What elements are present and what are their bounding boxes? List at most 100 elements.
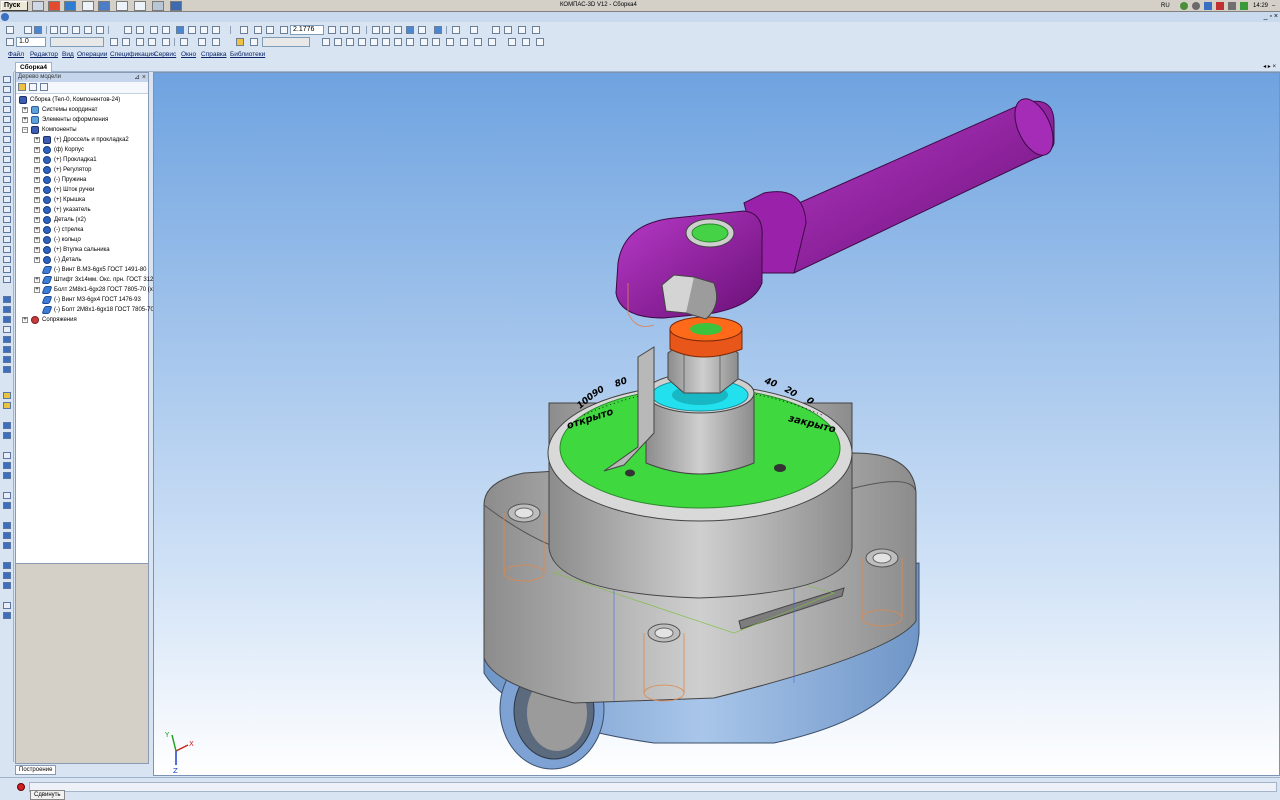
- taskbar-button[interactable]: [170, 1, 182, 11]
- grid-icon[interactable]: [110, 38, 118, 46]
- variables-icon[interactable]: [188, 26, 196, 34]
- expand-icon[interactable]: +: [22, 317, 28, 323]
- tool-icon[interactable]: [3, 146, 11, 153]
- open-icon[interactable]: [24, 26, 32, 34]
- tool-icon[interactable]: [3, 356, 11, 363]
- tool-icon[interactable]: [474, 38, 482, 46]
- shaded-edges-icon[interactable]: [418, 26, 426, 34]
- library-icon[interactable]: [200, 26, 208, 34]
- tool-icon[interactable]: [3, 492, 11, 499]
- tool-icon[interactable]: [3, 116, 11, 123]
- orientation-icon[interactable]: [352, 26, 360, 34]
- tool-icon[interactable]: [3, 186, 11, 193]
- tool-icon[interactable]: [522, 38, 530, 46]
- save-icon[interactable]: [34, 26, 42, 34]
- tool-icon[interactable]: [3, 136, 11, 143]
- tool-icon[interactable]: [3, 236, 11, 243]
- pan-icon[interactable]: [340, 26, 348, 34]
- language-indicator[interactable]: RU: [1161, 1, 1170, 11]
- tool-icon[interactable]: [3, 542, 11, 549]
- tool-icon[interactable]: [3, 452, 11, 459]
- tool-icon[interactable]: [394, 38, 402, 46]
- tool-icon[interactable]: [322, 38, 330, 46]
- tool-icon[interactable]: [420, 38, 428, 46]
- parameters-icon[interactable]: [136, 26, 144, 34]
- tool-icon[interactable]: [3, 106, 11, 113]
- help-icon[interactable]: [212, 26, 220, 34]
- grid-icon[interactable]: [122, 38, 130, 46]
- orange-ring[interactable]: [669, 316, 743, 358]
- rotate-icon[interactable]: [328, 26, 336, 34]
- expand-icon[interactable]: +: [34, 157, 40, 163]
- tool-icon[interactable]: [370, 38, 378, 46]
- local-cs-icon[interactable]: [236, 38, 244, 46]
- expand-icon[interactable]: +: [34, 217, 40, 223]
- copy-icon[interactable]: [84, 26, 92, 34]
- tool-icon[interactable]: [3, 296, 11, 303]
- taskbar-button[interactable]: [152, 1, 164, 11]
- tool-icon[interactable]: [3, 366, 11, 373]
- hidden-lines-icon[interactable]: [382, 26, 390, 34]
- tool-icon[interactable]: [3, 472, 11, 479]
- tray-icon[interactable]: [1216, 2, 1224, 10]
- move-button[interactable]: Сдвинуть: [30, 790, 65, 800]
- tool-icon[interactable]: [3, 326, 11, 333]
- tool-icon[interactable]: [3, 256, 11, 263]
- tool-icon[interactable]: [3, 502, 11, 509]
- expand-icon[interactable]: +: [34, 207, 40, 213]
- zoom-in-icon[interactable]: [240, 26, 248, 34]
- tool-icon[interactable]: [346, 38, 354, 46]
- cut-icon[interactable]: [72, 26, 80, 34]
- menu-item-editor[interactable]: Редактор: [30, 50, 58, 60]
- tool-icon[interactable]: [358, 38, 366, 46]
- undo-icon[interactable]: [150, 26, 158, 34]
- minimize-icon[interactable]: –: [1272, 1, 1275, 11]
- tool-icon[interactable]: [3, 196, 11, 203]
- tool-icon[interactable]: [3, 246, 11, 253]
- tool-icon[interactable]: [446, 38, 454, 46]
- tool-icon[interactable]: [3, 266, 11, 273]
- snap-icon[interactable]: [492, 26, 500, 34]
- properties-icon[interactable]: [124, 26, 132, 34]
- tool-icon[interactable]: [334, 38, 342, 46]
- ortho-icon[interactable]: [180, 38, 188, 46]
- taskbar-button[interactable]: [82, 1, 94, 11]
- expand-icon[interactable]: +: [34, 257, 40, 263]
- zoom-out-icon[interactable]: [254, 26, 262, 34]
- tree-build-order-icon[interactable]: [18, 83, 26, 91]
- menu-item-specification[interactable]: Спецификация: [110, 50, 156, 60]
- tool-icon[interactable]: [3, 126, 11, 133]
- menu-item-service[interactable]: Сервис: [154, 50, 176, 60]
- cursor-icon[interactable]: [250, 38, 258, 46]
- network-icon[interactable]: [1180, 2, 1188, 10]
- cs-icon[interactable]: [212, 38, 220, 46]
- tool-icon[interactable]: [3, 156, 11, 163]
- tool-icon[interactable]: [508, 38, 516, 46]
- step-field[interactable]: 1.0: [16, 37, 46, 47]
- expand-icon[interactable]: +: [34, 197, 40, 203]
- menu-item-operations[interactable]: Операции: [77, 50, 107, 60]
- tree-structure-icon[interactable]: [29, 83, 37, 91]
- expand-icon[interactable]: +: [22, 117, 28, 123]
- browser-icon[interactable]: [64, 1, 76, 11]
- snap-icon[interactable]: [518, 26, 526, 34]
- window-controls[interactable]: _ ▫ ×: [1248, 13, 1278, 21]
- tool-icon[interactable]: [3, 96, 11, 103]
- thin-lines-icon[interactable]: [394, 26, 402, 34]
- sketch-icon[interactable]: [136, 38, 144, 46]
- tool-icon[interactable]: [3, 402, 11, 409]
- tool-icon[interactable]: [3, 572, 11, 579]
- expand-icon[interactable]: +: [34, 137, 40, 143]
- tray-icon[interactable]: [1204, 2, 1212, 10]
- panel-controls[interactable]: ⊿ ×: [134, 73, 146, 82]
- manager-icon[interactable]: [176, 26, 184, 34]
- tool-icon[interactable]: [3, 276, 11, 283]
- tool-icon[interactable]: [3, 206, 11, 213]
- tool-icon[interactable]: [3, 612, 11, 619]
- taskbar-button[interactable]: [134, 1, 146, 11]
- tool-icon[interactable]: [3, 462, 11, 469]
- menu-item-window[interactable]: Окно: [181, 50, 196, 60]
- tool-icon[interactable]: [3, 336, 11, 343]
- new-document-icon[interactable]: [6, 26, 14, 34]
- model-viewport[interactable]: открыто закрыто 100 90 80 70 40 20 0: [153, 72, 1280, 776]
